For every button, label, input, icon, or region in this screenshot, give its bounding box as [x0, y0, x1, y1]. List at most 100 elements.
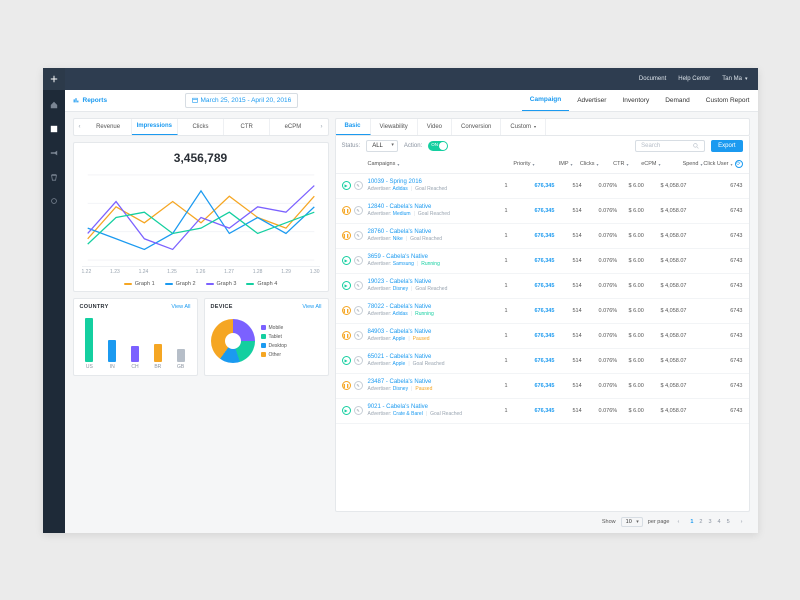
metric-tab-clicks[interactable]: Clicks	[178, 119, 224, 135]
play-button[interactable]: ▶	[342, 181, 351, 190]
page-5[interactable]: 5	[724, 518, 733, 526]
device-legend-item: Desktop	[261, 343, 287, 349]
campaign-link[interactable]: 19023 - Cabela's Native	[368, 279, 505, 286]
campaign-link[interactable]: 3659 - Cabela's Native	[368, 254, 505, 261]
th-campaigns[interactable]: Campaigns▾	[368, 161, 505, 167]
edit-button[interactable]: ✎	[354, 331, 363, 340]
campaign-link[interactable]: 65021 - Cabela's Native	[368, 354, 505, 361]
country-bar: US	[82, 318, 98, 370]
edit-button[interactable]: ✎	[354, 356, 363, 365]
pause-button[interactable]: ❚❚	[342, 231, 351, 240]
page-3[interactable]: 3	[705, 518, 714, 526]
subtab-viewability[interactable]: Viewability	[371, 119, 418, 135]
pagination: Show 10 per page ‹ 12345 ›	[335, 512, 750, 527]
edit-button[interactable]: ✎	[354, 256, 363, 265]
table-row: ▶✎3659 - Cabela's NativeAdvertiser: Sams…	[336, 249, 749, 274]
status-label: Status:	[342, 143, 361, 149]
sidebar-add-icon[interactable]	[43, 68, 65, 90]
campaign-link[interactable]: 84903 - Cabela's Native	[368, 329, 505, 336]
pager-next[interactable]: ›	[738, 518, 746, 526]
edit-button[interactable]: ✎	[354, 406, 363, 415]
tab-custom-report[interactable]: Custom Report	[698, 90, 758, 111]
edit-button[interactable]: ✎	[354, 231, 363, 240]
legend-item: Graph 1	[124, 281, 155, 287]
action-label: Action:	[404, 143, 422, 149]
th-clickuser[interactable]: Click User▾⟳	[703, 160, 743, 168]
sidebar-home-icon[interactable]	[43, 96, 65, 114]
subtab-custom[interactable]: Custom▾	[501, 119, 546, 135]
pager-prev[interactable]: ‹	[675, 518, 683, 526]
metric-tab-ecpm[interactable]: eCPM	[270, 119, 315, 135]
date-range-picker[interactable]: March 25, 2015 - April 20, 2016	[185, 93, 299, 108]
edit-button[interactable]: ✎	[354, 306, 363, 315]
tab-inventory[interactable]: Inventory	[614, 90, 657, 111]
export-button[interactable]: Export	[711, 140, 742, 152]
metric-tab-impressions[interactable]: Impressions	[132, 119, 178, 135]
refresh-icon[interactable]: ⟳	[735, 160, 743, 168]
nav-user[interactable]: Tan Ma▾	[722, 76, 747, 82]
pause-button[interactable]: ❚❚	[342, 306, 351, 315]
device-card: DEVICE View All MobileTabletDesktopOther	[204, 298, 329, 376]
status-select[interactable]: ALL	[366, 140, 398, 152]
play-button[interactable]: ▶	[342, 356, 351, 365]
subtab-conversion[interactable]: Conversion	[452, 119, 501, 135]
pager-show-label: Show	[602, 519, 616, 525]
th-spend[interactable]: Spend▾	[661, 161, 703, 167]
pause-button[interactable]: ❚❚	[342, 381, 351, 390]
page-4[interactable]: 4	[715, 518, 724, 526]
legend-item: Graph 4	[246, 281, 277, 287]
edit-button[interactable]: ✎	[354, 381, 363, 390]
campaign-link[interactable]: 78022 - Cabela's Native	[368, 304, 505, 311]
pager-perpage-label: per page	[648, 519, 670, 525]
tab-advertiser[interactable]: Advertiser	[569, 90, 614, 111]
device-viewall[interactable]: View All	[302, 304, 321, 310]
country-card: COUNTRY View All USINCHBRGB	[73, 298, 198, 376]
country-viewall[interactable]: View All	[171, 304, 190, 310]
metric-tab-revenue[interactable]: Revenue	[86, 119, 132, 135]
sidebar-gear-icon[interactable]	[43, 192, 65, 210]
action-toggle[interactable]: ON	[428, 141, 448, 151]
pause-button[interactable]: ❚❚	[342, 206, 351, 215]
sidebar-trash-icon[interactable]	[43, 168, 65, 186]
play-button[interactable]: ▶	[342, 406, 351, 415]
legend-item: Graph 2	[165, 281, 196, 287]
tab-demand[interactable]: Demand	[657, 90, 698, 111]
th-ecpm[interactable]: eCPM▾	[629, 161, 661, 167]
play-button[interactable]: ▶	[342, 256, 351, 265]
campaign-link[interactable]: 9021 - Cabela's Native	[368, 404, 505, 411]
edit-button[interactable]: ✎	[354, 181, 363, 190]
top-nav: Document Help Center Tan Ma▾	[65, 68, 758, 90]
country-bar: BR	[150, 344, 166, 370]
nav-help[interactable]: Help Center	[678, 76, 710, 82]
play-button[interactable]: ▶	[342, 281, 351, 290]
th-priority[interactable]: Priority▾	[505, 161, 535, 167]
metric-tab-ctr[interactable]: CTR	[224, 119, 270, 135]
metric-next-icon[interactable]: ›	[316, 119, 328, 135]
table-header: Campaigns▾ Priority▾ IMP▾ Clicks▾ CTR▾ e…	[336, 156, 749, 174]
campaign-link[interactable]: 12840 - Cabela's Native	[368, 204, 505, 211]
chart-card: 3,456,789 1.221.231.241.251.261.271.281.…	[73, 142, 329, 292]
campaign-link[interactable]: 28760 - Cabela's Native	[368, 229, 505, 236]
edit-button[interactable]: ✎	[354, 281, 363, 290]
sidebar-reports-icon[interactable]	[43, 120, 65, 138]
bars-icon	[73, 97, 79, 103]
edit-button[interactable]: ✎	[354, 206, 363, 215]
th-ctr[interactable]: CTR▾	[599, 161, 629, 167]
campaign-link[interactable]: 23487 - Cabela's Native	[368, 379, 505, 386]
table-row: ▶✎10039 - Spring 2016Advertiser: Adidas|…	[336, 174, 749, 199]
subtab-video[interactable]: Video	[418, 119, 452, 135]
campaign-link[interactable]: 10039 - Spring 2016	[368, 179, 505, 186]
sidebar-megaphone-icon[interactable]	[43, 144, 65, 162]
metric-prev-icon[interactable]: ‹	[74, 119, 86, 135]
pause-button[interactable]: ❚❚	[342, 331, 351, 340]
search-input[interactable]: Search	[635, 140, 705, 152]
pager-size-select[interactable]: 10	[621, 517, 643, 527]
tab-campaign[interactable]: Campaign	[522, 90, 569, 111]
subtab-basic[interactable]: Basic	[336, 119, 371, 135]
table-row: ▶✎65021 - Cabela's NativeAdvertiser: App…	[336, 349, 749, 374]
nav-document[interactable]: Document	[639, 76, 666, 82]
device-legend-item: Other	[261, 352, 287, 358]
th-clicks[interactable]: Clicks▾	[573, 161, 599, 167]
device-pie	[211, 319, 255, 363]
th-imp[interactable]: IMP▾	[535, 161, 573, 167]
